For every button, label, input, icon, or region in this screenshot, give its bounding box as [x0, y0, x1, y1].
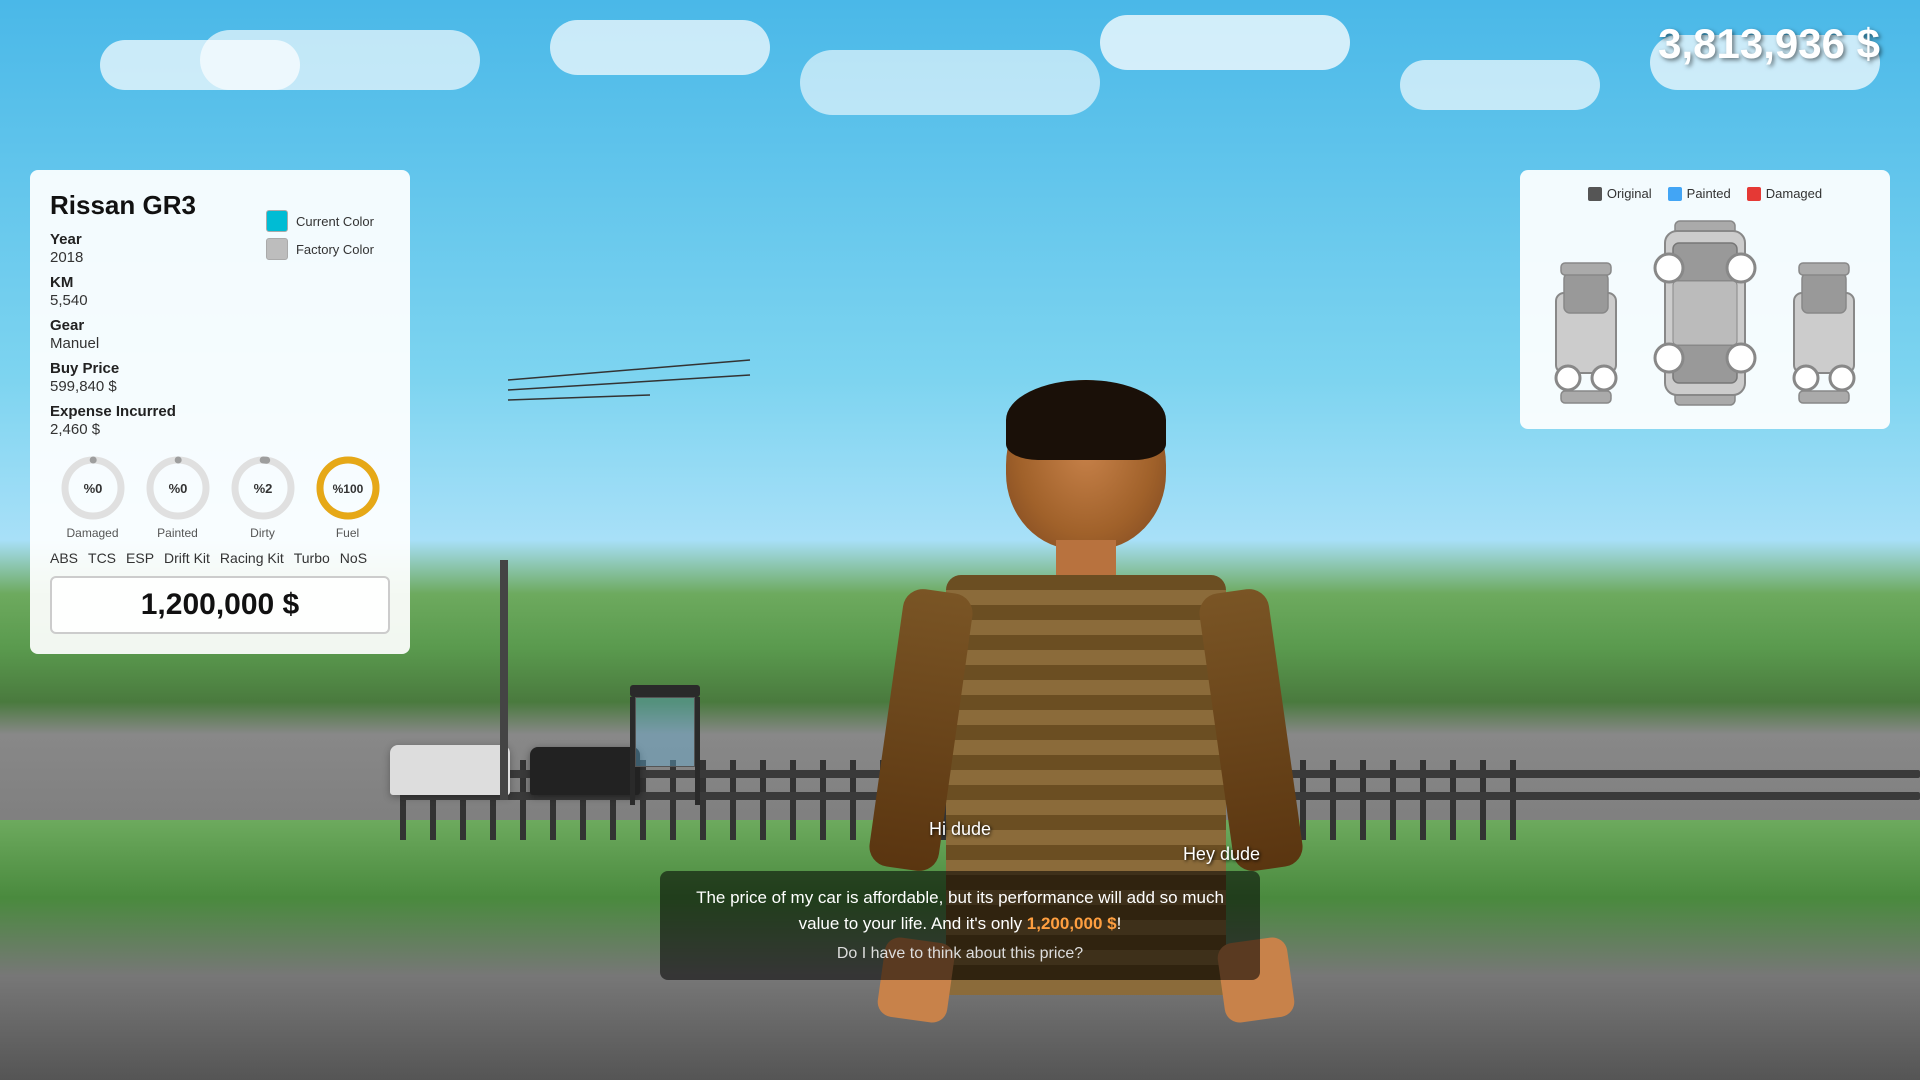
svg-text:%0: %0 [168, 481, 187, 496]
factory-color-option[interactable]: Factory Color [266, 238, 374, 260]
car-diagram-top [1645, 213, 1765, 413]
gauge-damaged-svg: %0 [59, 454, 127, 522]
legend-original-dot [1588, 187, 1602, 201]
bus-stop [620, 685, 710, 805]
cloud-3 [550, 20, 770, 75]
color-options: Current Color Factory Color [266, 210, 374, 260]
legend-damaged-label: Damaged [1766, 186, 1822, 201]
km-row: KM 5,540 [50, 274, 390, 309]
gauge-damaged: %0 Damaged [59, 454, 127, 540]
svg-text:%0: %0 [83, 481, 102, 496]
gauge-painted: %0 Painted [144, 454, 212, 540]
bg-car-1 [390, 745, 510, 795]
car-diagram-left [1546, 213, 1626, 413]
cloud-5 [1100, 15, 1350, 70]
gear-label: Gear [50, 317, 390, 334]
price-buy-display[interactable]: 1,200,000 $ [50, 576, 390, 634]
expense-row: Expense Incurred 2,460 $ [50, 403, 390, 438]
tag-tcs: TCS [88, 550, 116, 566]
tag-driftkit: Drift Kit [164, 550, 210, 566]
gauge-fuel-label: Fuel [336, 526, 359, 540]
tag-turbo: Turbo [294, 550, 330, 566]
factory-color-swatch [266, 238, 288, 260]
car-diagram-right [1784, 213, 1864, 413]
tag-nos: NoS [340, 550, 367, 566]
svg-text:%2: %2 [253, 481, 272, 496]
svg-text:%100: %100 [332, 482, 363, 496]
legend-painted-dot [1668, 187, 1682, 201]
legend-original-label: Original [1607, 186, 1652, 201]
buy-price-value: 599,840 $ [50, 378, 390, 395]
dialogue-greeting-left: Hi dude [660, 819, 1260, 840]
gauge-damaged-label: Damaged [66, 526, 118, 540]
cloud-4 [800, 50, 1100, 115]
buy-price-label: Buy Price [50, 360, 390, 377]
legend-painted-label: Painted [1687, 186, 1731, 201]
gauge-fuel-svg: %100 [314, 454, 382, 522]
dialogue-greeting-right: Hey dude [660, 844, 1260, 865]
car-info-panel: Rissan GR3 Current Color Factory Color Y… [30, 170, 410, 654]
dialogue-price-highlight: 1,200,000 $ [1027, 914, 1117, 933]
factory-color-label: Factory Color [296, 242, 374, 257]
gauge-painted-label: Painted [157, 526, 198, 540]
dialogue-question: Do I have to think about this price? [680, 942, 1240, 966]
tag-abs: ABS [50, 550, 78, 566]
dialogue-area: Hi dude Hey dude The price of my car is … [660, 819, 1260, 980]
gauges-row: %0 Damaged %0 Painted %2 Dirty [50, 454, 390, 540]
power-pole [500, 560, 508, 800]
cloud-2 [200, 30, 480, 90]
gear-row: Gear Manuel [50, 317, 390, 352]
gear-value: Manuel [50, 335, 390, 352]
current-color-label: Current Color [296, 214, 374, 229]
current-color-option[interactable]: Current Color [266, 210, 374, 232]
gauge-dirty: %2 Dirty [229, 454, 297, 540]
gauge-dirty-label: Dirty [250, 526, 275, 540]
diagram-legend: Original Painted Damaged [1536, 186, 1874, 201]
legend-painted: Painted [1668, 186, 1731, 201]
buy-price-row: Buy Price 599,840 $ [50, 360, 390, 395]
dialogue-main: The price of my car is affordable, but i… [680, 885, 1240, 936]
car-diagram-panel: Original Painted Damaged [1520, 170, 1890, 429]
money-display: 3,813,936 $ [1658, 20, 1880, 68]
legend-original: Original [1588, 186, 1652, 201]
legend-damaged: Damaged [1747, 186, 1822, 201]
cloud-6 [1400, 60, 1600, 110]
gauge-dirty-svg: %2 [229, 454, 297, 522]
gauge-fuel: %100 Fuel [314, 454, 382, 540]
tag-racingkit: Racing Kit [220, 550, 284, 566]
dialogue-box: The price of my car is affordable, but i… [660, 871, 1260, 980]
tag-esp: ESP [126, 550, 154, 566]
legend-damaged-dot [1747, 187, 1761, 201]
gauge-painted-svg: %0 [144, 454, 212, 522]
km-value: 5,540 [50, 292, 390, 309]
km-label: KM [50, 274, 390, 291]
current-color-swatch [266, 210, 288, 232]
car-diagram-views [1536, 213, 1874, 413]
tags-row: ABS TCS ESP Drift Kit Racing Kit Turbo N… [50, 550, 390, 566]
expense-value: 2,460 $ [50, 421, 390, 438]
expense-label: Expense Incurred [50, 403, 390, 420]
